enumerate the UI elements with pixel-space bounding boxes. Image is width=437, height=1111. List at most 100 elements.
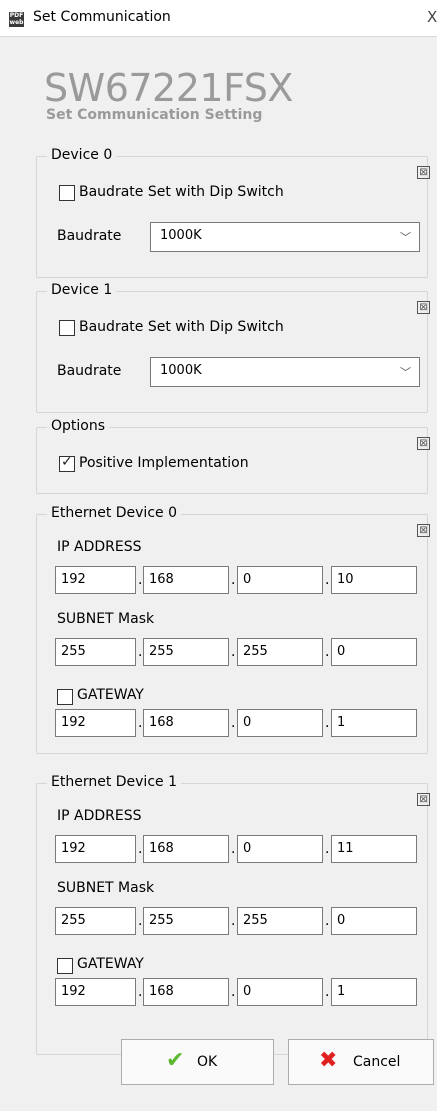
octet-value: 255 xyxy=(61,913,86,928)
device-0-legend: Device 0 xyxy=(47,147,117,163)
ip-octet-4[interactable]: 11 xyxy=(331,835,417,863)
dot-separator: . xyxy=(325,644,330,660)
octet-value: 0 xyxy=(243,572,252,587)
ip-address-label: IP ADDRESS xyxy=(57,539,142,555)
dot-separator: . xyxy=(231,913,236,929)
dip-switch-label: Baudrate Set with Dip Switch xyxy=(79,184,284,200)
mask-octet-2[interactable]: 255 xyxy=(143,907,229,935)
app-icon: PDF web xyxy=(9,12,24,27)
octet-value: 10 xyxy=(337,572,354,587)
dot-separator: . xyxy=(325,984,330,1000)
positive-implementation-checkbox[interactable] xyxy=(59,454,75,472)
octet-value: 255 xyxy=(243,913,268,928)
ethernet-device-0-group: Ethernet Device 0 ⊠ IP ADDRESS 192 . 168… xyxy=(36,505,430,754)
dot-separator: . xyxy=(325,913,330,929)
subnet-mask-label: SUBNET Mask xyxy=(57,611,155,627)
baudrate-select[interactable]: 1000K ﹀ xyxy=(150,357,420,387)
octet-value: 0 xyxy=(337,913,346,928)
checkmark-icon: ✔ xyxy=(166,1048,185,1073)
ethernet-device-1-group: Ethernet Device 1 ⊠ IP ADDRESS 192 . 168… xyxy=(36,774,430,1055)
options-group: Options ⊠ Positive Implementation xyxy=(36,418,430,494)
octet-value: 168 xyxy=(149,715,174,730)
gateway-octet-2[interactable]: 168 xyxy=(143,978,229,1006)
ok-button[interactable]: ✔ OK xyxy=(121,1039,274,1085)
gateway-octet-1[interactable]: 192 xyxy=(55,709,136,737)
baudrate-value: 1000K xyxy=(160,228,202,243)
dot-separator: . xyxy=(138,841,143,857)
collapse-icon[interactable]: ⊠ xyxy=(417,437,430,450)
octet-value: 168 xyxy=(149,984,174,999)
dot-separator: . xyxy=(231,572,236,588)
mask-octet-1[interactable]: 255 xyxy=(55,907,136,935)
dot-separator: . xyxy=(325,572,330,588)
ip-octet-1[interactable]: 192 xyxy=(55,835,136,863)
octet-value: 255 xyxy=(61,644,86,659)
ip-octet-1[interactable]: 192 xyxy=(55,566,136,594)
dot-separator: . xyxy=(325,841,330,857)
cancel-button[interactable]: ✖ Cancel xyxy=(288,1039,434,1085)
cancel-label: Cancel xyxy=(353,1054,401,1070)
gateway-octet-4[interactable]: 1 xyxy=(331,978,417,1006)
ip-octet-2[interactable]: 168 xyxy=(143,566,229,594)
ethernet-device-1-legend: Ethernet Device 1 xyxy=(47,774,181,790)
mask-octet-1[interactable]: 255 xyxy=(55,638,136,666)
dot-separator: . xyxy=(138,913,143,929)
title-bar: PDF web Set Communication X xyxy=(0,0,437,37)
dot-separator: . xyxy=(138,644,143,660)
ethernet-device-0-legend: Ethernet Device 0 xyxy=(47,505,181,521)
mask-octet-2[interactable]: 255 xyxy=(143,638,229,666)
gateway-octet-3[interactable]: 0 xyxy=(237,709,323,737)
positive-implementation-label: Positive Implementation xyxy=(79,455,249,471)
dot-separator: . xyxy=(231,715,236,731)
dot-separator: . xyxy=(138,984,143,1000)
product-title: SW67221FSX xyxy=(44,66,293,110)
baudrate-label: Baudrate xyxy=(57,363,122,379)
ok-label: OK xyxy=(197,1054,218,1070)
dot-separator: . xyxy=(325,715,330,731)
device-0-group: Device 0 ⊠ Baudrate Set with Dip Switch … xyxy=(36,147,430,278)
mask-octet-4[interactable]: 0 xyxy=(331,638,417,666)
octet-value: 0 xyxy=(243,984,252,999)
collapse-icon[interactable]: ⊠ xyxy=(417,301,430,314)
options-legend: Options xyxy=(47,418,110,434)
dot-separator: . xyxy=(231,984,236,1000)
subnet-mask-label: SUBNET Mask xyxy=(57,880,155,896)
chevron-down-icon: ﹀ xyxy=(400,231,411,244)
mask-octet-3[interactable]: 255 xyxy=(237,638,323,666)
dip-switch-checkbox[interactable] xyxy=(59,320,75,336)
gateway-checkbox[interactable] xyxy=(57,689,73,705)
device-1-group: Device 1 ⊠ Baudrate Set with Dip Switch … xyxy=(36,282,430,413)
baudrate-select[interactable]: 1000K ﹀ xyxy=(150,222,420,252)
baudrate-label: Baudrate xyxy=(57,228,122,244)
octet-value: 255 xyxy=(243,644,268,659)
collapse-icon[interactable]: ⊠ xyxy=(417,524,430,537)
gateway-octet-4[interactable]: 1 xyxy=(331,709,417,737)
octet-value: 192 xyxy=(61,715,86,730)
octet-value: 1 xyxy=(337,715,346,730)
mask-octet-3[interactable]: 255 xyxy=(237,907,323,935)
ip-octet-3[interactable]: 0 xyxy=(237,835,323,863)
collapse-icon[interactable]: ⊠ xyxy=(417,793,430,806)
gateway-octet-2[interactable]: 168 xyxy=(143,709,229,737)
dip-switch-checkbox[interactable] xyxy=(59,185,75,201)
octet-value: 0 xyxy=(243,841,252,856)
ip-octet-4[interactable]: 10 xyxy=(331,566,417,594)
close-icon[interactable]: X xyxy=(427,8,437,26)
octet-value: 192 xyxy=(61,984,86,999)
octet-value: 192 xyxy=(61,572,86,587)
dot-separator: . xyxy=(138,715,143,731)
mask-octet-4[interactable]: 0 xyxy=(331,907,417,935)
cross-icon: ✖ xyxy=(319,1048,338,1073)
ip-octet-2[interactable]: 168 xyxy=(143,835,229,863)
gateway-checkbox[interactable] xyxy=(57,958,73,974)
collapse-icon[interactable]: ⊠ xyxy=(417,166,430,179)
octet-value: 11 xyxy=(337,841,354,856)
ip-octet-3[interactable]: 0 xyxy=(237,566,323,594)
ip-address-label: IP ADDRESS xyxy=(57,808,142,824)
octet-value: 0 xyxy=(337,644,346,659)
gateway-label: GATEWAY xyxy=(77,687,144,703)
dip-switch-label: Baudrate Set with Dip Switch xyxy=(79,319,284,335)
gateway-octet-3[interactable]: 0 xyxy=(237,978,323,1006)
gateway-octet-1[interactable]: 192 xyxy=(55,978,136,1006)
dot-separator: . xyxy=(231,841,236,857)
